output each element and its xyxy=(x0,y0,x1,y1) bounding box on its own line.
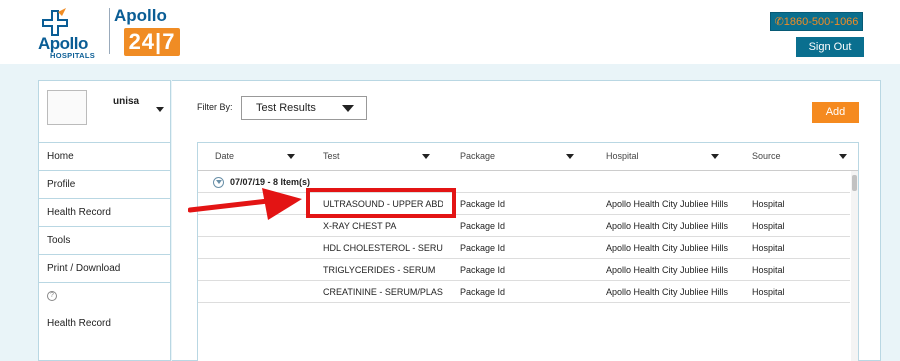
cell-test: X-RAY CHEST PA xyxy=(323,221,397,231)
sidebar: unisa Home Profile Health Record Tools P… xyxy=(38,80,171,361)
apollo-247-brand-text: Apollo xyxy=(114,6,167,25)
column-header-package[interactable]: Package xyxy=(460,151,495,161)
column-header-date[interactable]: Date xyxy=(215,151,234,161)
table-scrollbar[interactable] xyxy=(851,171,858,361)
hospitals-text: HOSPITALS xyxy=(50,51,96,60)
cell-source: Hospital xyxy=(752,265,785,275)
sidebar-item-health-record-secondary[interactable]: Health Record xyxy=(47,318,111,329)
filter-select[interactable]: Test Results xyxy=(241,96,367,120)
phone-number: 1860-500-1066 xyxy=(783,16,859,28)
column-header-hospital[interactable]: Hospital xyxy=(606,151,639,161)
phone-number-button[interactable]: ✆1860-500-1066 xyxy=(770,12,863,31)
cell-hospital: Apollo Health City Jubliee Hills xyxy=(606,221,729,231)
sort-test-icon[interactable] xyxy=(422,154,430,159)
phone-icon: ✆ xyxy=(774,16,784,28)
table-header: Date Test Package Hospital Source xyxy=(198,143,858,171)
logo-divider xyxy=(109,8,110,54)
profile-box: unisa xyxy=(39,81,170,143)
collapse-toggle-icon[interactable] xyxy=(213,177,224,188)
sort-source-icon[interactable] xyxy=(839,154,847,159)
sidebar-item-health-record[interactable]: Health Record xyxy=(39,199,170,227)
apollo-hospitals-logo[interactable]: Apollo HOSPITALS xyxy=(36,8,106,60)
sort-package-icon[interactable] xyxy=(566,154,574,159)
sidebar-item-print-download[interactable]: Print / Download xyxy=(39,255,170,283)
cell-test: HDL CHOLESTEROL - SERUM / PLASMA xyxy=(323,243,443,253)
records-table: Date Test Package Hospital Source 07/07/… xyxy=(197,142,859,361)
add-button[interactable]: Add xyxy=(812,102,859,123)
cell-source: Hospital xyxy=(752,287,785,297)
profile-dropdown-icon[interactable] xyxy=(156,107,164,112)
sort-date-icon[interactable] xyxy=(287,154,295,159)
chevron-down-icon xyxy=(342,105,354,112)
cell-package: Package Id xyxy=(460,287,506,297)
sidebar-item-tools[interactable]: Tools xyxy=(39,227,170,255)
cell-hospital: Apollo Health City Jubliee Hills xyxy=(606,243,729,253)
cell-source: Hospital xyxy=(752,199,785,209)
sort-hospital-icon[interactable] xyxy=(711,154,719,159)
app-header: Apollo HOSPITALS Apollo 24|7 ✆1860-500-1… xyxy=(0,0,900,64)
cell-hospital: Apollo Health City Jubliee Hills xyxy=(606,199,729,209)
sidebar-item-home[interactable]: Home xyxy=(39,143,170,171)
column-header-test[interactable]: Test xyxy=(323,151,340,161)
cell-source: Hospital xyxy=(752,221,785,231)
scrollbar-thumb[interactable] xyxy=(852,175,857,191)
red-arrow-annotation-icon xyxy=(188,188,302,220)
column-header-source[interactable]: Source xyxy=(752,151,781,161)
sidebar-item-profile[interactable]: Profile xyxy=(39,171,170,199)
cell-hospital: Apollo Health City Jubliee Hills xyxy=(606,265,729,275)
avatar[interactable] xyxy=(47,90,87,125)
username: unisa xyxy=(113,96,140,107)
cell-package: Package Id xyxy=(460,199,506,209)
apollo-247-logo[interactable]: Apollo 24|7 xyxy=(114,6,180,56)
cell-package: Package Id xyxy=(460,221,506,231)
cell-test: TRIGLYCERIDES - SERUM xyxy=(323,265,436,275)
table-row[interactable]: HDL CHOLESTEROL - SERUM / PLASMA Package… xyxy=(198,237,850,259)
apollo-247-badge: 24|7 xyxy=(124,28,180,56)
table-row[interactable]: TRIGLYCERIDES - SERUM Package Id Apollo … xyxy=(198,259,850,281)
cell-test: CREATININE - SERUM/PLASMA xyxy=(323,287,443,297)
cell-package: Package Id xyxy=(460,265,506,275)
sign-out-button[interactable]: Sign Out xyxy=(796,37,864,57)
cell-source: Hospital xyxy=(752,243,785,253)
cell-package: Package Id xyxy=(460,243,506,253)
table-row[interactable]: CREATININE - SERUM/PLASMA Package Id Apo… xyxy=(198,281,850,303)
filter-selected-value: Test Results xyxy=(256,102,316,114)
cell-hospital: Apollo Health City Jubliee Hills xyxy=(606,287,729,297)
highlight-annotation-box xyxy=(306,188,456,218)
help-icon[interactable]: ? xyxy=(47,291,57,301)
group-label: 07/07/19 - 8 Item(s) xyxy=(230,177,311,187)
filter-label: Filter By: xyxy=(197,102,233,112)
